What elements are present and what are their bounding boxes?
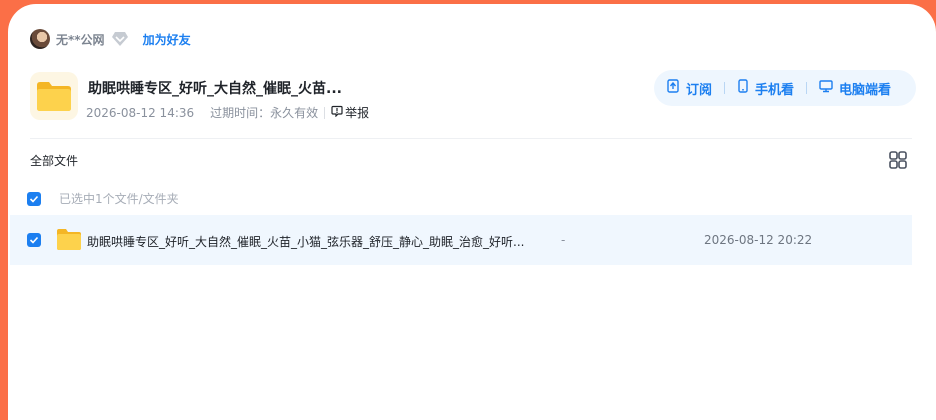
phone-icon bbox=[737, 79, 755, 97]
grid-view-icon[interactable] bbox=[888, 150, 908, 170]
file-checkbox[interactable] bbox=[27, 233, 41, 247]
expire-label: 过期时间： bbox=[210, 106, 271, 120]
pc-view-button[interactable]: 电脑端看 bbox=[819, 79, 891, 98]
file-date: 2026-08-12 20:22 bbox=[704, 233, 813, 247]
check-icon bbox=[29, 195, 39, 203]
add-friend-link[interactable]: 加为好友 bbox=[143, 31, 191, 48]
breadcrumb-all-files[interactable]: 全部文件 bbox=[30, 152, 78, 169]
selection-count-text: 已选中1个文件/文件夹 bbox=[59, 192, 179, 206]
sharer-name[interactable]: 无**公网 bbox=[56, 31, 105, 48]
report-label: 举报 bbox=[345, 106, 370, 120]
section-divider bbox=[30, 138, 912, 139]
report-button[interactable]: 举报 bbox=[331, 104, 369, 121]
alert-bubble-icon bbox=[331, 105, 345, 120]
bookmark-plus-icon bbox=[666, 79, 686, 97]
monitor-icon bbox=[819, 79, 839, 97]
share-title: 助眠哄睡专区_好听_大自然_催眠_火苗... bbox=[88, 81, 342, 97]
expire-value: 永久有效 bbox=[270, 106, 319, 120]
avatar[interactable] bbox=[30, 29, 50, 49]
subscribe-label: 订阅 bbox=[686, 82, 713, 98]
diamond-badge-icon bbox=[111, 31, 129, 47]
share-meta: 2026-08-12 14:36 过期时间： 永久有效 举报 bbox=[86, 104, 369, 121]
view-actions: 订阅 手机看 电脑端看 bbox=[654, 70, 916, 106]
action-divider bbox=[806, 82, 808, 94]
share-page-card: 无**公网 加为好友 助眠哄睡专区_好听_大自然_催眠_火苗... 2026-0… bbox=[8, 4, 936, 420]
action-divider bbox=[724, 82, 726, 94]
sharer-info: 无**公网 加为好友 bbox=[30, 28, 191, 50]
file-size: - bbox=[561, 233, 566, 247]
folder-icon bbox=[56, 227, 82, 255]
subscribe-button[interactable]: 订阅 bbox=[666, 79, 712, 98]
select-all-checkbox[interactable] bbox=[27, 191, 41, 206]
mobile-view-button[interactable]: 手机看 bbox=[737, 79, 794, 98]
share-created-time: 2026-08-12 14:36 bbox=[86, 105, 195, 120]
folder-icon bbox=[30, 72, 78, 120]
select-all-row: 已选中1个文件/文件夹 bbox=[27, 190, 179, 207]
mobile-view-label: 手机看 bbox=[755, 82, 795, 98]
meta-divider bbox=[324, 106, 326, 119]
file-name[interactable]: 助眠哄睡专区_好听_大自然_催眠_火苗_小猫_弦乐器_舒压_静心_助眠_治愈_好… bbox=[87, 233, 524, 250]
pc-view-label: 电脑端看 bbox=[839, 82, 892, 98]
file-row[interactable]: 助眠哄睡专区_好听_大自然_催眠_火苗_小猫_弦乐器_舒压_静心_助眠_治愈_好… bbox=[10, 215, 912, 265]
check-icon bbox=[29, 236, 39, 244]
